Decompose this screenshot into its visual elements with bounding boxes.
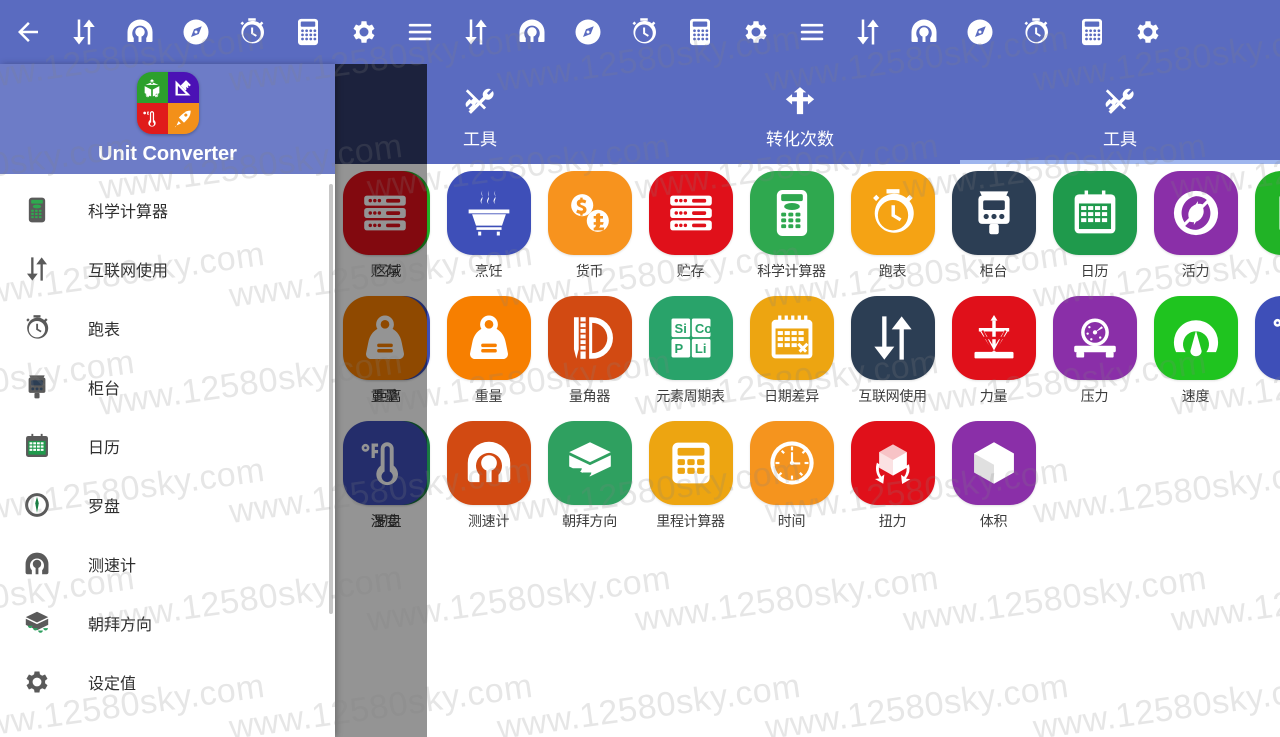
counter-icon xyxy=(14,373,60,401)
stopwatch-icon[interactable] xyxy=(1008,0,1064,64)
compass-icon[interactable] xyxy=(560,0,616,64)
app-screen: 转化次数工具转化次数工具 贮存重量温度 区域烹饪货币贮存科学计算器跑表柜台日历活… xyxy=(0,0,1280,737)
drawer-item-2[interactable]: 跑表 xyxy=(0,298,335,357)
compass-icon[interactable] xyxy=(952,0,1008,64)
internet-usage-icon[interactable] xyxy=(56,0,112,64)
stopwatch-icon[interactable] xyxy=(224,0,280,64)
drawer-item-6[interactable]: 测速计 xyxy=(0,534,335,593)
settings-gear-icon[interactable] xyxy=(1120,0,1176,64)
conversions-icon xyxy=(783,79,817,119)
internet-usage-icon xyxy=(14,255,60,283)
rocket-quadrant xyxy=(167,103,199,134)
drawer-item-label: 测速计 xyxy=(88,555,137,575)
scientific-calculator-icon xyxy=(14,196,60,224)
drawer-item-8[interactable]: 设定值 xyxy=(0,652,335,711)
stopwatch-icon[interactable] xyxy=(616,0,672,64)
menu-hamburger-icon[interactable] xyxy=(784,0,840,64)
settings-gear-icon xyxy=(14,668,60,696)
drawer-item-1[interactable]: 互联网使用 xyxy=(0,239,335,298)
drawer-item-4[interactable]: 日历 xyxy=(0,416,335,475)
stopwatch-icon xyxy=(14,314,60,342)
drawer-item-label: 科学计算器 xyxy=(88,201,169,221)
drawer-item-7[interactable]: 朝拜方向 xyxy=(0,593,335,652)
drawer-scrim[interactable] xyxy=(335,64,427,737)
scientific-calculator-icon[interactable] xyxy=(280,0,336,64)
scientific-calculator-icon[interactable] xyxy=(672,0,728,64)
navigation-drawer: Unit Converter 科学计算器互联网使用跑表柜台日历罗盘测速计朝拜方向… xyxy=(0,64,335,737)
tools-icon xyxy=(1103,79,1137,119)
drawer-item-0[interactable]: 科学计算器 xyxy=(0,180,335,239)
top-toolbar xyxy=(0,0,1280,64)
drawer-item-label: 日历 xyxy=(88,437,121,457)
app-title: Unit Converter xyxy=(98,143,237,165)
drawer-item-label: 罗盘 xyxy=(88,496,121,516)
drawer-header: Unit Converter xyxy=(0,64,335,174)
internet-usage-icon[interactable] xyxy=(448,0,504,64)
tab-label: 工具 xyxy=(1103,129,1137,150)
drawer-item-3[interactable]: 柜台 xyxy=(0,357,335,416)
ruler-quadrant xyxy=(167,72,199,103)
speedometer-icon[interactable] xyxy=(896,0,952,64)
drawer-item-5[interactable]: 罗盘 xyxy=(0,475,335,534)
qibla-icon xyxy=(14,609,60,637)
drawer-menu-list: 科学计算器互联网使用跑表柜台日历罗盘测速计朝拜方向设定值 xyxy=(0,174,335,711)
menu-hamburger-icon[interactable] xyxy=(392,0,448,64)
drawer-scrim-top xyxy=(335,64,427,164)
tab-label: 转化次数 xyxy=(766,129,834,150)
compass-icon xyxy=(14,491,60,519)
settings-gear-icon[interactable] xyxy=(336,0,392,64)
tools-icon xyxy=(463,79,497,119)
drawer-item-label: 朝拜方向 xyxy=(88,614,153,634)
drawer-item-label: 互联网使用 xyxy=(88,260,169,280)
drawer-item-label: 柜台 xyxy=(88,378,121,398)
drawer-item-label: 跑表 xyxy=(88,319,121,339)
back-arrow-icon[interactable] xyxy=(0,0,56,64)
settings-gear-icon[interactable] xyxy=(728,0,784,64)
calendar-icon xyxy=(14,432,60,460)
area-quadrant xyxy=(136,72,168,103)
tab-label: 工具 xyxy=(463,129,497,150)
internet-usage-icon[interactable] xyxy=(840,0,896,64)
tab-4[interactable]: 工具 xyxy=(960,64,1280,164)
compass-icon[interactable] xyxy=(168,0,224,64)
speedometer-icon xyxy=(14,550,60,578)
drawer-item-label: 设定值 xyxy=(88,673,137,693)
temperature-quadrant xyxy=(136,103,168,134)
drawer-scrollbar[interactable] xyxy=(329,184,333,614)
tab-3[interactable]: 转化次数 xyxy=(640,64,960,164)
app-logo xyxy=(136,72,199,134)
speedometer-icon[interactable] xyxy=(504,0,560,64)
scientific-calculator-icon[interactable] xyxy=(1064,0,1120,64)
speedometer-icon[interactable] xyxy=(112,0,168,64)
